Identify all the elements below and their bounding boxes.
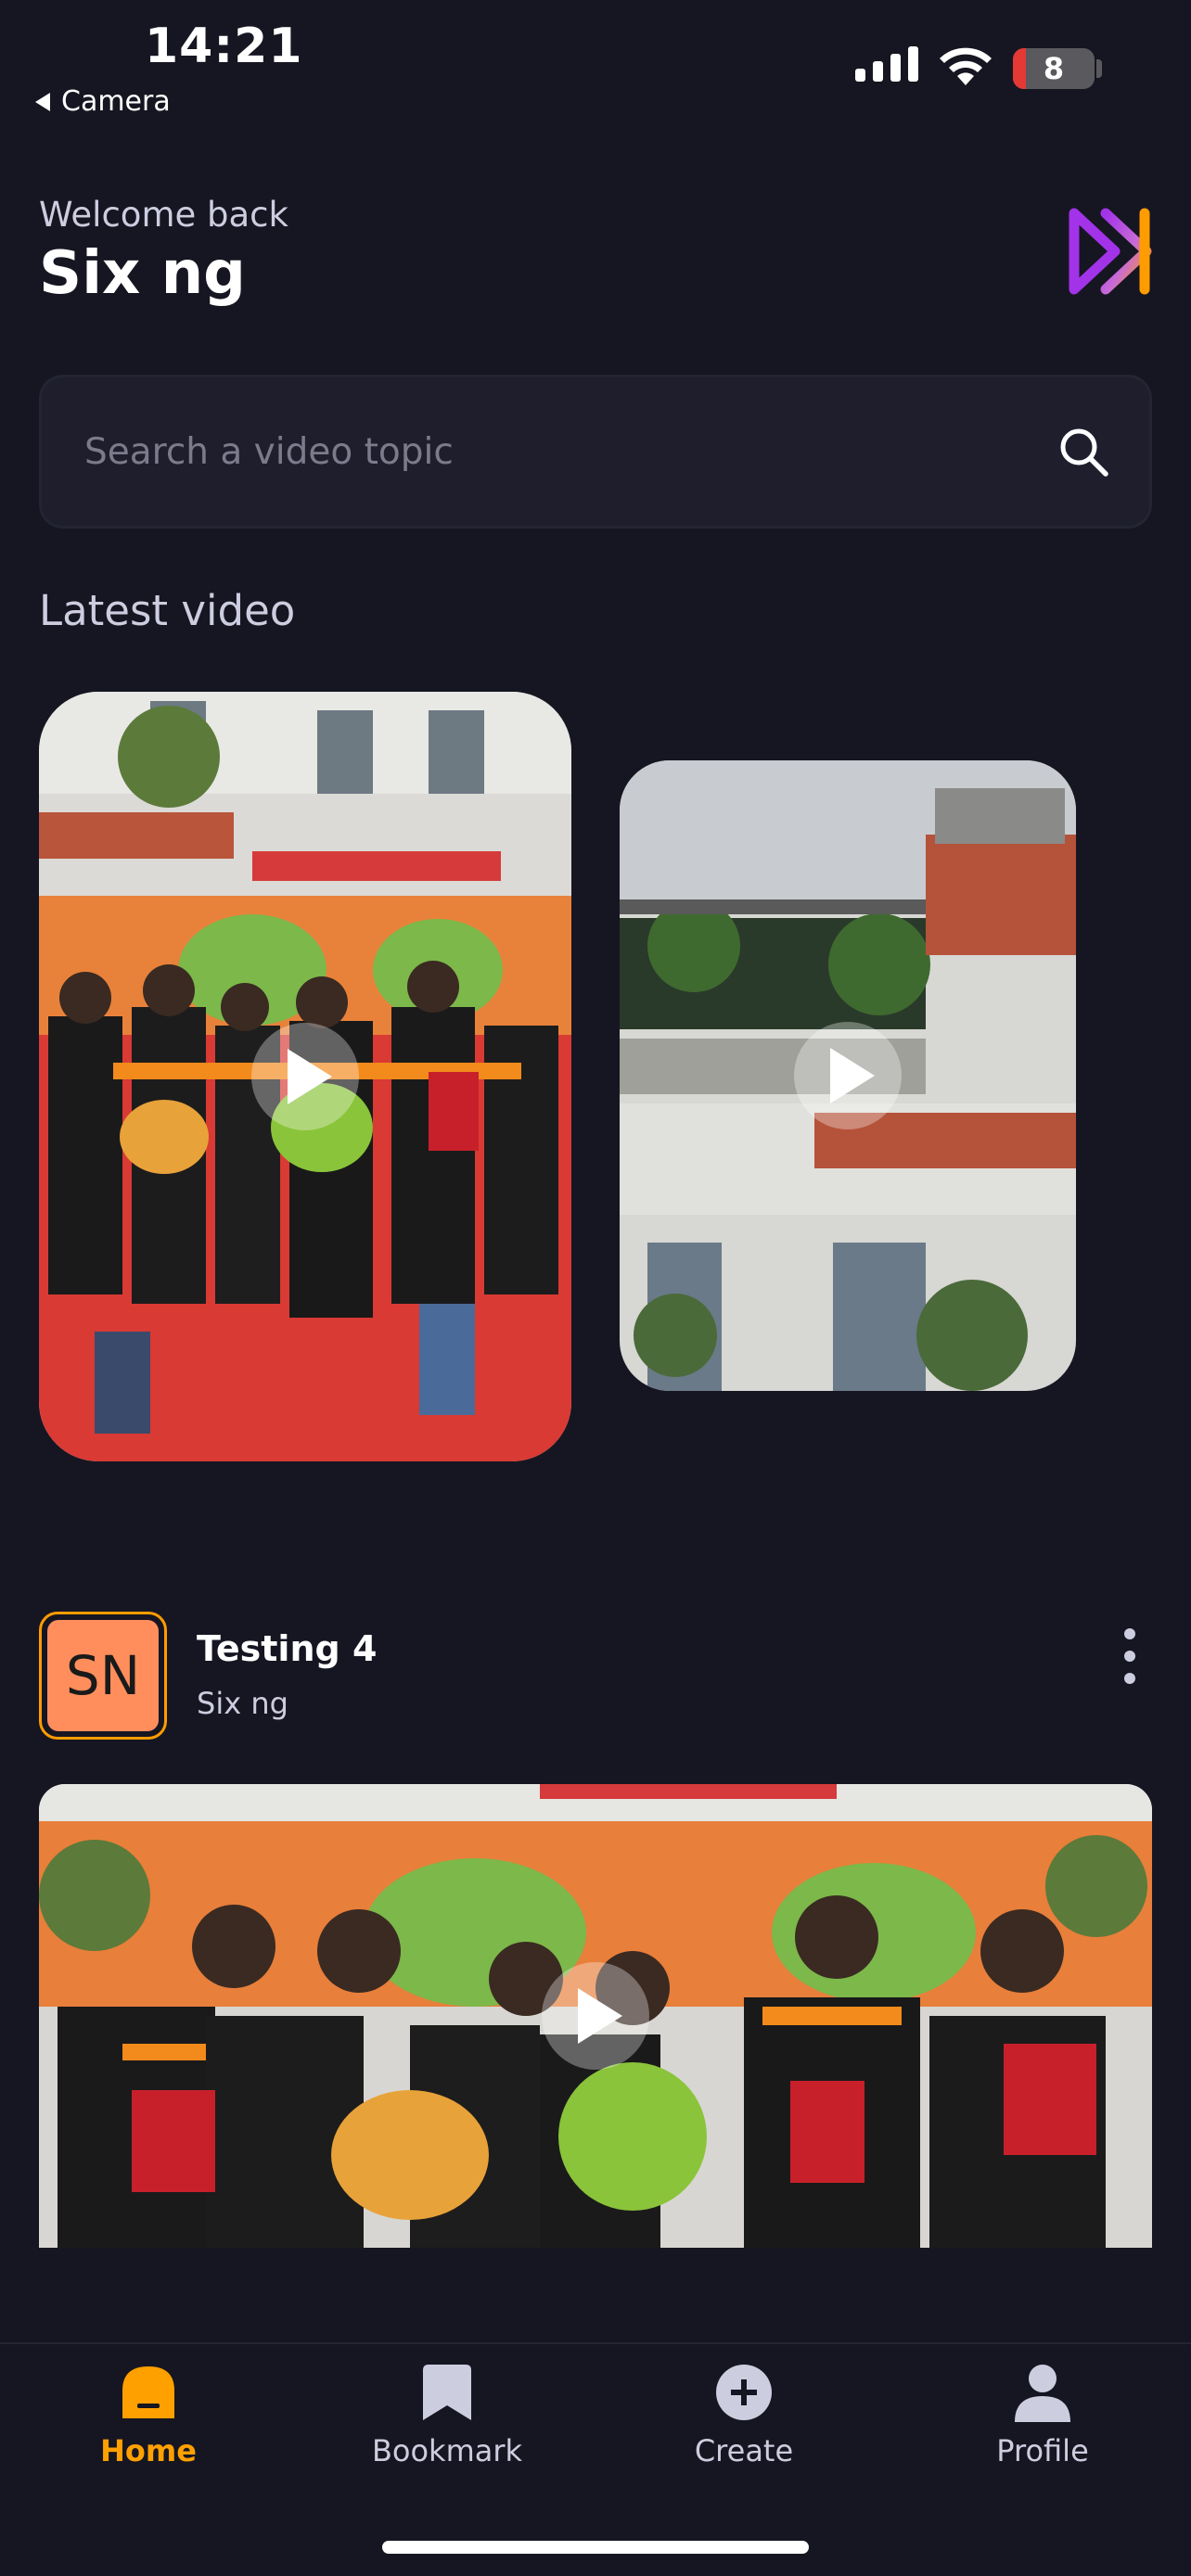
battery-level: 8 xyxy=(1043,51,1065,86)
play-icon xyxy=(830,1048,875,1103)
home-indicator xyxy=(382,2541,809,2554)
welcome-text: Welcome back xyxy=(39,195,288,235)
back-arrow-icon xyxy=(35,92,50,111)
tab-label: Profile xyxy=(996,2433,1089,2468)
tab-profile[interactable]: Profile xyxy=(931,2363,1154,2468)
tab-label: Bookmark xyxy=(371,2433,523,2468)
battery-tip xyxy=(1096,59,1102,78)
search-icon[interactable] xyxy=(1057,425,1110,478)
tab-label: Home xyxy=(100,2433,197,2468)
bookmark-icon xyxy=(423,2365,471,2420)
play-button[interactable] xyxy=(251,1023,359,1130)
play-button[interactable] xyxy=(542,1962,649,2070)
avatar[interactable]: SN xyxy=(39,1612,167,1740)
avatar-initials: SN xyxy=(47,1620,159,1731)
latest-video-card[interactable] xyxy=(620,760,1076,1391)
search-bar[interactable] xyxy=(39,375,1152,529)
status-time: 14:21 xyxy=(145,19,303,74)
latest-video-heading: Latest video xyxy=(39,586,296,635)
latest-video-card[interactable] xyxy=(39,692,571,1461)
profile-icon xyxy=(1015,2365,1070,2422)
home-icon xyxy=(122,2366,174,2418)
cellular-signal-icon xyxy=(855,46,918,82)
play-icon xyxy=(288,1049,332,1104)
tab-bookmark[interactable]: Bookmark xyxy=(336,2363,558,2468)
app-logo-icon xyxy=(1069,208,1152,295)
tab-create[interactable]: Create xyxy=(633,2363,855,2468)
more-options-icon[interactable] xyxy=(1113,1628,1146,1684)
battery-icon: 8 xyxy=(1013,48,1095,89)
post-title: Testing 4 xyxy=(197,1628,378,1669)
tab-home[interactable]: Home xyxy=(37,2363,260,2468)
tab-label: Create xyxy=(694,2433,794,2468)
post-author: Six ng xyxy=(197,1686,288,1721)
play-icon xyxy=(578,1988,622,2044)
back-app-label: Camera xyxy=(61,85,171,118)
play-button[interactable] xyxy=(794,1022,902,1129)
wifi-icon xyxy=(940,47,992,85)
back-to-camera-link[interactable]: Camera xyxy=(35,85,171,118)
search-input[interactable] xyxy=(84,430,1057,473)
plus-circle-icon xyxy=(716,2365,772,2420)
post-video-thumbnail[interactable] xyxy=(39,1784,1152,2248)
username-title: Six ng xyxy=(39,239,246,308)
